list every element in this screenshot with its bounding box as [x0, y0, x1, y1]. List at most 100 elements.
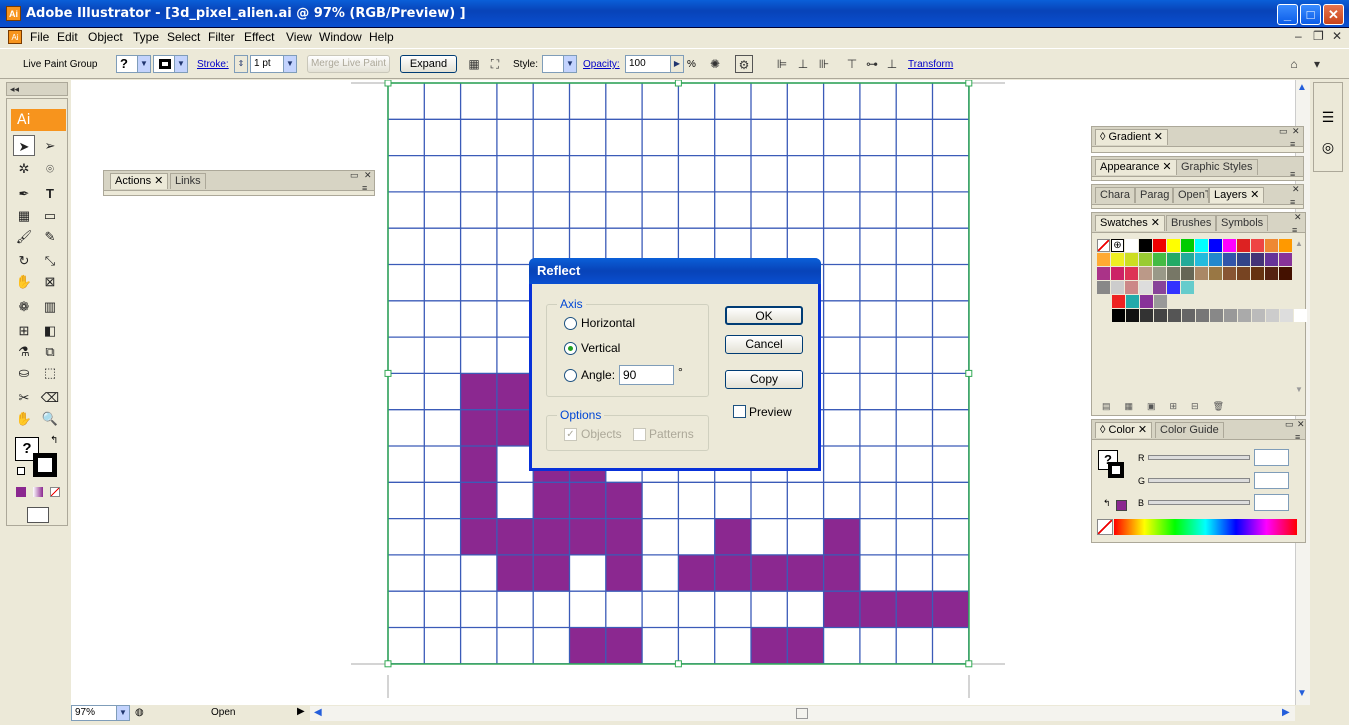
- swatch[interactable]: [1251, 239, 1264, 252]
- swatch[interactable]: [1125, 253, 1138, 266]
- tab-layers[interactable]: Layers ✕: [1209, 187, 1265, 203]
- swatch[interactable]: [1181, 253, 1194, 266]
- eyedropper-tool-icon[interactable]: ⚗: [13, 341, 35, 362]
- swatch[interactable]: [1167, 239, 1180, 252]
- menu-filter[interactable]: Filter: [208, 30, 235, 44]
- swatch[interactable]: [1153, 267, 1166, 280]
- paintbrush-tool-icon[interactable]: 🖌: [13, 226, 35, 247]
- slice-tool-icon[interactable]: ✂: [13, 387, 35, 408]
- swatch[interactable]: [1125, 267, 1138, 280]
- angle-label[interactable]: Angle:: [581, 368, 615, 382]
- swatch[interactable]: [1223, 253, 1236, 266]
- swatch[interactable]: [1111, 253, 1124, 266]
- stroke-color-icon[interactable]: [33, 453, 57, 477]
- r-slider[interactable]: [1148, 455, 1250, 460]
- tab-color-guide[interactable]: Color Guide: [1155, 422, 1224, 438]
- rotate-tool-icon[interactable]: ↻: [13, 250, 35, 271]
- swatch[interactable]: [1111, 267, 1124, 280]
- swatch[interactable]: [1126, 309, 1139, 322]
- swatch[interactable]: [1153, 253, 1166, 266]
- swatch[interactable]: [1167, 253, 1180, 266]
- screen-mode-icon[interactable]: [27, 507, 49, 523]
- panel-collapse-icon[interactable]: ▭: [1285, 419, 1294, 430]
- menu-window[interactable]: Window: [319, 30, 362, 44]
- ok-button[interactable]: OK: [725, 306, 803, 325]
- preview-label[interactable]: Preview: [749, 405, 792, 419]
- symbol-sprayer-tool-icon[interactable]: ❁: [13, 296, 35, 317]
- tab-appearance[interactable]: Appearance ✕: [1095, 159, 1177, 175]
- swatch[interactable]: [1140, 295, 1153, 308]
- swatch[interactable]: [1237, 267, 1250, 280]
- transform-link[interactable]: Transform: [908, 49, 953, 80]
- swatch[interactable]: [1209, 253, 1222, 266]
- color-mode-icon[interactable]: [16, 487, 26, 497]
- bounding-box-handle[interactable]: [384, 369, 392, 377]
- gradient-tool-icon[interactable]: ◧: [39, 320, 61, 341]
- align-middle-icon[interactable]: ⊶: [863, 55, 881, 73]
- vertical-radio[interactable]: [564, 342, 577, 355]
- type-tool-icon[interactable]: T: [39, 183, 61, 204]
- swatch[interactable]: [1112, 295, 1125, 308]
- bounding-box-handle[interactable]: [384, 660, 392, 668]
- objects-checkbox[interactable]: ✓: [564, 428, 577, 441]
- menu-file[interactable]: File: [30, 30, 49, 44]
- scroll-up-icon[interactable]: ▲: [1295, 239, 1303, 248]
- scroll-right-icon[interactable]: ▶: [1282, 707, 1290, 718]
- direct-selection-tool-icon[interactable]: ➢: [39, 135, 61, 156]
- swatch[interactable]: [1210, 309, 1223, 322]
- merge-live-paint-button[interactable]: Merge Live Paint: [307, 55, 390, 73]
- copy-button[interactable]: Copy: [725, 370, 803, 389]
- menu-object[interactable]: Object: [88, 30, 123, 44]
- menu-view[interactable]: View: [286, 30, 312, 44]
- swatch[interactable]: [1209, 267, 1222, 280]
- swatch[interactable]: [1279, 239, 1292, 252]
- swatch[interactable]: [1097, 281, 1110, 294]
- swatch[interactable]: [1125, 281, 1138, 294]
- fill-swatch[interactable]: ?: [116, 55, 138, 73]
- swatch[interactable]: [1154, 309, 1167, 322]
- panel-collapse-icon[interactable]: ▭: [350, 170, 359, 181]
- swatch[interactable]: [1167, 267, 1180, 280]
- swatch[interactable]: [1181, 239, 1194, 252]
- close-button[interactable]: ✕: [1323, 4, 1344, 25]
- minimize-button[interactable]: _: [1277, 4, 1298, 25]
- swatch[interactable]: [1265, 267, 1278, 280]
- tab-color[interactable]: ◊ Color ✕: [1095, 422, 1153, 438]
- swatch[interactable]: [1196, 309, 1209, 322]
- maximize-button[interactable]: □: [1300, 4, 1321, 25]
- opacity-arrow-icon[interactable]: ▶: [670, 55, 684, 73]
- menu-help[interactable]: Help: [369, 30, 394, 44]
- swatch[interactable]: [1097, 239, 1110, 252]
- bounding-box-handle[interactable]: [674, 79, 682, 87]
- horizontal-scrollbar[interactable]: ◀ ▶: [310, 706, 1295, 721]
- panel-menu-icon[interactable]: ≡: [1290, 139, 1295, 149]
- panel-close-icon[interactable]: ✕: [1292, 126, 1300, 137]
- panel-close-icon[interactable]: ✕: [1297, 419, 1305, 430]
- stroke-weight-field[interactable]: 1 pt: [250, 55, 284, 73]
- scale-tool-icon[interactable]: ⤡: [39, 250, 61, 271]
- b-field[interactable]: [1254, 494, 1289, 511]
- grid-tool-icon[interactable]: ▦: [13, 205, 35, 226]
- gradient-mode-icon[interactable]: [33, 487, 43, 497]
- selection-tool-icon[interactable]: ➤: [13, 135, 35, 156]
- swatch[interactable]: [1224, 309, 1237, 322]
- swatch[interactable]: [1279, 253, 1292, 266]
- tab-gradient[interactable]: ◊ Gradient ✕: [1095, 129, 1168, 145]
- patterns-checkbox[interactable]: [633, 428, 646, 441]
- vertical-label[interactable]: Vertical: [581, 341, 620, 355]
- stroke-color-icon[interactable]: [1108, 462, 1124, 478]
- rectangle-tool-icon[interactable]: ▭: [39, 205, 61, 226]
- swatch[interactable]: [1097, 253, 1110, 266]
- swatch[interactable]: [1139, 239, 1152, 252]
- scroll-thumb[interactable]: [796, 708, 808, 719]
- swatch[interactable]: [1153, 281, 1166, 294]
- swatch[interactable]: [1112, 309, 1125, 322]
- tab-graphic-styles[interactable]: Graphic Styles: [1176, 159, 1258, 175]
- bounding-box-handle[interactable]: [384, 79, 392, 87]
- swap-colors-icon[interactable]: ↰: [50, 435, 58, 446]
- color-spectrum-bar[interactable]: [1114, 519, 1297, 535]
- none-mode-icon[interactable]: [50, 487, 60, 497]
- magic-wand-tool-icon[interactable]: ✲: [13, 158, 35, 179]
- opacity-link[interactable]: Opacity:: [583, 49, 620, 80]
- doc-close-button[interactable]: ✕: [1332, 29, 1342, 43]
